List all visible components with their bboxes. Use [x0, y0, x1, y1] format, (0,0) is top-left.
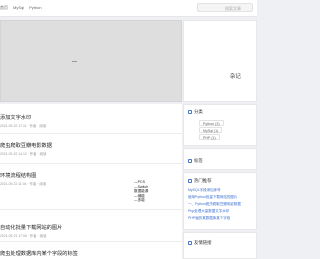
hot-link[interactable]: PHP遍历某数据库某个字段: [188, 216, 230, 221]
post-thumbnail-diagram: —PCS —Switch 数据能源 —储能 —多能: [134, 180, 148, 203]
hot-link[interactable]: MySQL字段添加序号: [188, 188, 221, 193]
top-navigation-bar: 首页 MySql Python 搜索文章: [0, 0, 257, 17]
post-meta: 2021-09-21 17:06 · 作者 · 阅读: [0, 234, 47, 238]
image-placeholder-mark: [72, 61, 77, 62]
tags-card: 标签: [183, 148, 257, 170]
nav-item-mysql[interactable]: MySql: [13, 5, 24, 11]
post-title[interactable]: 爬虫处理数据库内某个字段的标签: [0, 250, 78, 257]
folder-icon: [188, 109, 192, 114]
notes-card: 杂记: [183, 20, 257, 102]
post-title[interactable]: 自动化批量下载网站的图片: [0, 224, 62, 231]
post-item[interactable]: 添加文字水印 2021-09-22 17:11 · 作者 · 阅读: [0, 104, 182, 134]
notes-title[interactable]: 杂记: [230, 72, 241, 80]
featured-image[interactable]: [0, 20, 182, 102]
friend-links-card: 友情链接: [183, 232, 257, 259]
link-icon: [188, 240, 192, 245]
category-heading: 分类: [188, 109, 203, 115]
post-meta: 2021-09-22 17:11 · 作者 · 阅读: [0, 124, 47, 128]
hot-posts-card: 热门推荐 MySQL字段添加序号 使用Python批量下载网站的图片 一、Pyt…: [183, 172, 257, 230]
category-tag-python[interactable]: Python (3): [199, 120, 224, 126]
fire-icon: [188, 178, 192, 183]
links-heading: 友情链接: [188, 240, 212, 246]
hot-link[interactable]: 一、Python爬虫爬取豆瓣电影数据: [188, 202, 241, 207]
post-item[interactable]: 自动化批量下载网站的图片 2021-09-21 17:06 · 作者 · 阅读: [0, 210, 182, 242]
nav-item-home[interactable]: 首页: [0, 5, 8, 11]
post-title[interactable]: 环境流程结构图: [0, 172, 36, 179]
post-item[interactable]: 爬虫爬取豆瓣电影数据 2021-09-22 14:12 · 作者 · 阅读: [0, 134, 182, 164]
category-tag-mysql[interactable]: MySql (1): [199, 127, 223, 133]
post-item[interactable]: 爬虫处理数据库内某个字段的标签: [0, 242, 182, 259]
hot-link[interactable]: 使用Python批量下载网站的图片: [188, 195, 237, 200]
hot-link[interactable]: Php处理大量数据文字水印: [188, 209, 229, 214]
tags-heading: 标签: [188, 158, 203, 164]
post-item[interactable]: 环境流程结构图 2021-09-22 11:04 · 作者 · 阅读: [0, 164, 182, 210]
nav-menu: 首页 MySql Python: [0, 5, 42, 11]
post-meta: 2021-09-22 14:12 · 作者 · 阅读: [0, 152, 47, 156]
search-input[interactable]: 搜索文章: [197, 3, 253, 12]
hot-heading: 热门推荐: [188, 178, 212, 184]
category-title: 分类: [194, 109, 203, 114]
tag-icon: [188, 158, 192, 163]
diagram-line: —多能: [134, 198, 145, 203]
post-title[interactable]: 爬虫爬取豆瓣电影数据: [0, 142, 52, 149]
hot-title: 热门推荐: [194, 178, 212, 183]
links-title: 友情链接: [194, 240, 212, 245]
post-meta: 2021-09-22 11:04 · 作者 · 阅读: [0, 182, 47, 186]
post-title[interactable]: 添加文字水印: [0, 114, 31, 121]
nav-item-python[interactable]: Python: [29, 5, 41, 11]
tags-title: 标签: [194, 158, 203, 163]
category-card: 分类 Python (3) MySql (1) PHP (1): [183, 104, 257, 146]
category-tag-php[interactable]: PHP (1): [199, 134, 220, 140]
